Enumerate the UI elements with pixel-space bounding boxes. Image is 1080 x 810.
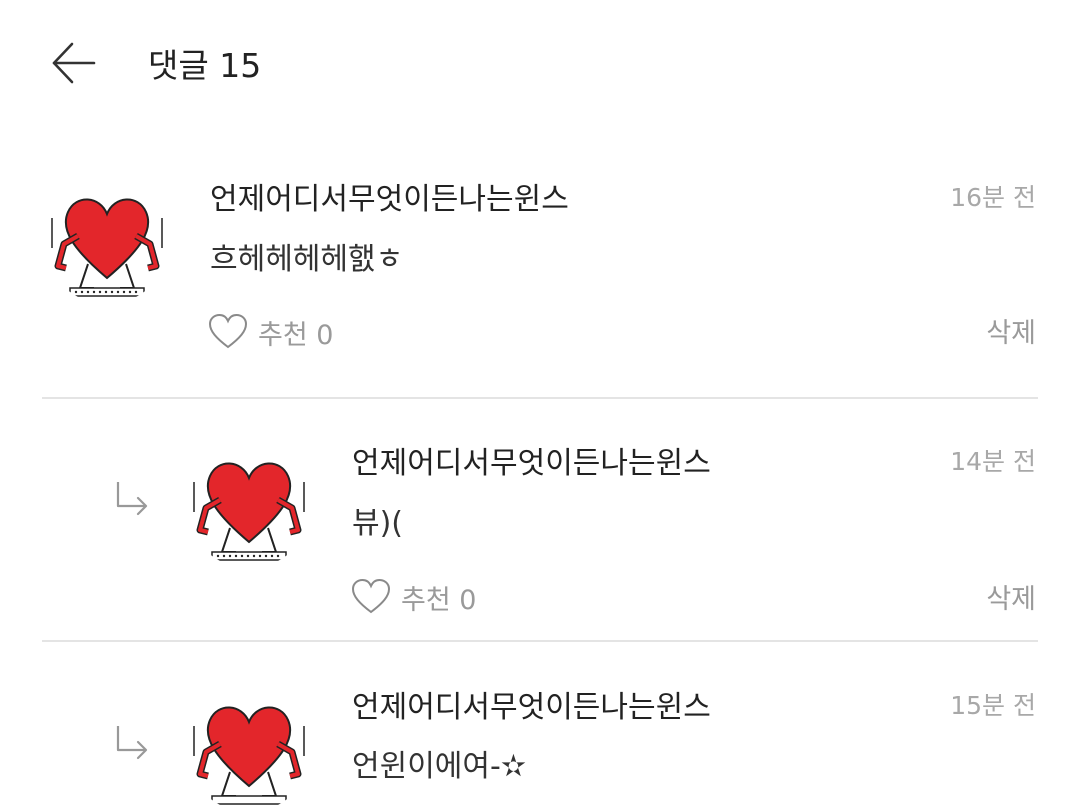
heart-outline-icon [208,313,248,349]
delete-button[interactable]: 삭제 [986,316,1036,352]
comment-time: 14분 전 [950,447,1036,476]
divider [42,397,1038,399]
heart-figure-avatar-icon [186,686,312,810]
reply-comment-item: 언제어디서무엇이든나는윈스 15분 전 언윈이에여-✫ [0,686,1080,810]
header-bar: 댓글 15 [0,0,1080,130]
page-title: 댓글 15 [148,46,262,85]
avatar[interactable] [44,178,170,304]
like-count-label: 추천 0 [258,319,334,351]
comment-author: 언제어디서무엇이든나는윈스 [352,446,711,481]
delete-button[interactable]: 삭제 [986,582,1036,618]
back-button[interactable] [48,40,100,86]
comment-text: 흐헤헤헤헤햀ㅎ [210,242,404,277]
like-button[interactable]: 추천 0 [351,577,476,617]
comment-author: 언제어디서무엇이든나는윈스 [210,182,569,217]
comment-time: 15분 전 [950,691,1036,720]
avatar[interactable] [186,686,312,810]
comment-text: 언윈이에여-✫ [352,749,526,784]
like-count-label: 추천 0 [401,584,477,616]
reply-comment-item: 언제어디서무엇이든나는윈스 14분 전 뷰)( 추천 0 삭제 [0,442,1080,638]
reply-arrow-icon [116,726,148,760]
comment-text: 뷰)( [352,506,404,541]
reply-arrow-icon [116,482,148,516]
heart-outline-icon [351,578,391,614]
divider [42,640,1038,642]
heart-figure-avatar-icon [186,442,312,568]
heart-figure-avatar-icon [44,178,170,304]
arrow-left-icon [52,42,96,84]
comment-author: 언제어디서무엇이든나는윈스 [352,690,711,725]
like-button[interactable]: 추천 0 [208,312,333,352]
comment-item: 언제어디서무엇이든나는윈스 16분 전 흐헤헤헤헤햀ㅎ 추천 0 삭제 [0,178,1080,398]
avatar[interactable] [186,442,312,568]
comment-time: 16분 전 [950,183,1036,212]
